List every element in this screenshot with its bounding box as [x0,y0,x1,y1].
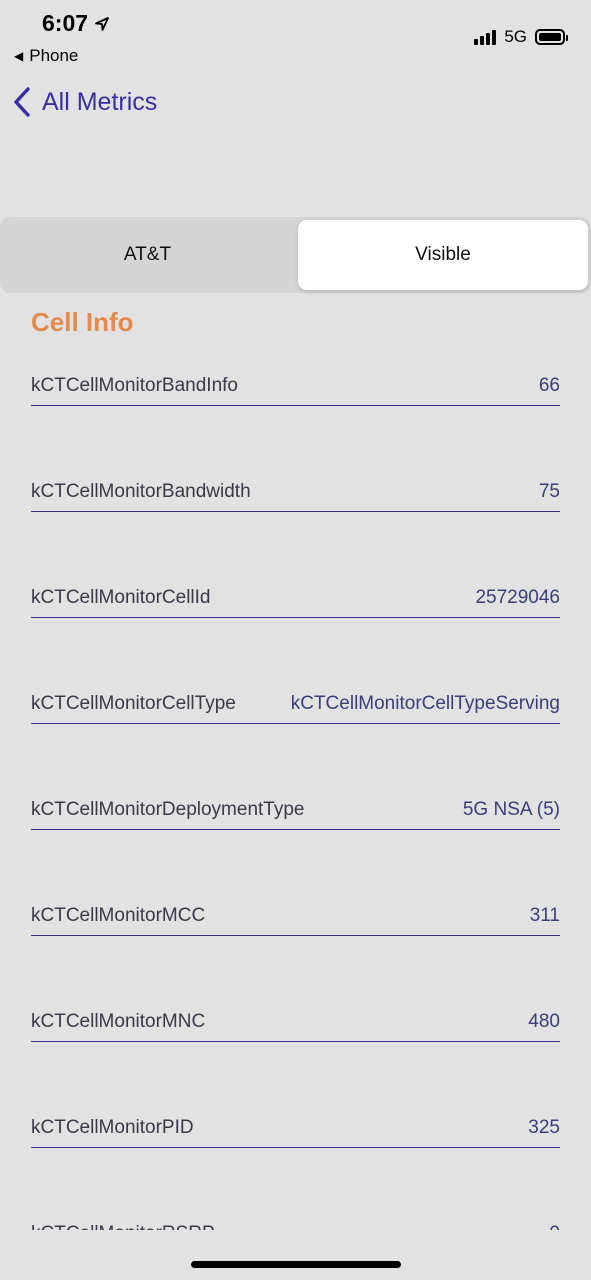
status-time: 6:07 [42,10,110,37]
segment-att[interactable]: AT&T [0,220,295,290]
list-item: kCTCellMonitorDeploymentType 5G NSA (5) [31,790,560,896]
status-back-app-label: Phone [29,46,79,65]
list-item: kCTCellMonitorCellType kCTCellMonitorCel… [31,684,560,790]
row-key: kCTCellMonitorMCC [31,905,206,926]
row-key: kCTCellMonitorBandwidth [31,481,251,502]
section-title: Cell Info [31,307,134,337]
row-key: kCTCellMonitorCellType [31,693,236,714]
segment-visible-label: Visible [415,244,471,265]
row-value: 0 [549,1223,560,1230]
list-item: kCTCellMonitorRSRP 0 [31,1214,560,1230]
carrier-segmented-control: AT&T Visible [0,217,591,293]
row-value: 75 [538,481,560,502]
list-item: kCTCellMonitorMCC 311 [31,896,560,1002]
list-item: kCTCellMonitorMNC 480 [31,1002,560,1108]
cellular-signal-icon [474,29,497,45]
row-value: 311 [529,905,560,926]
status-indicators: 5G [474,27,568,47]
list-item: kCTCellMonitorBandwidth 75 [31,472,560,578]
back-triangle-icon: ◀ [14,49,24,63]
status-time-text: 6:07 [42,10,89,36]
row-value: 325 [528,1117,560,1138]
row-key: kCTCellMonitorBandInfo [31,375,238,396]
segment-visible[interactable]: Visible [298,220,588,290]
row-value: 66 [538,375,560,396]
list-item: kCTCellMonitorPID 325 [31,1108,560,1214]
row-value: 5G NSA (5) [462,799,560,820]
battery-icon [535,29,568,45]
list-item: kCTCellMonitorBandInfo 66 [31,366,560,472]
row-value: kCTCellMonitorCellTypeServing [290,693,560,714]
home-indicator[interactable] [191,1261,401,1268]
row-key: kCTCellMonitorDeploymentType [31,799,305,820]
row-key: kCTCellMonitorRSRP [31,1223,215,1230]
chevron-left-icon [14,87,30,117]
back-button-label: All Metrics [42,87,158,116]
segment-att-label: AT&T [123,244,172,265]
row-key: kCTCellMonitorCellId [31,587,211,608]
row-value: 25729046 [475,587,560,608]
location-arrow-icon [95,16,109,31]
metrics-list[interactable]: kCTCellMonitorBandInfo 66 kCTCellMonitor… [31,366,560,1230]
status-back-to-app[interactable]: ◀ Phone [14,46,78,66]
network-type: 5G [504,27,527,46]
row-value: 480 [528,1011,560,1032]
back-button[interactable]: All Metrics [12,86,157,118]
row-key: kCTCellMonitorMNC [31,1011,206,1032]
list-item: kCTCellMonitorCellId 25729046 [31,578,560,684]
row-key: kCTCellMonitorPID [31,1117,194,1138]
